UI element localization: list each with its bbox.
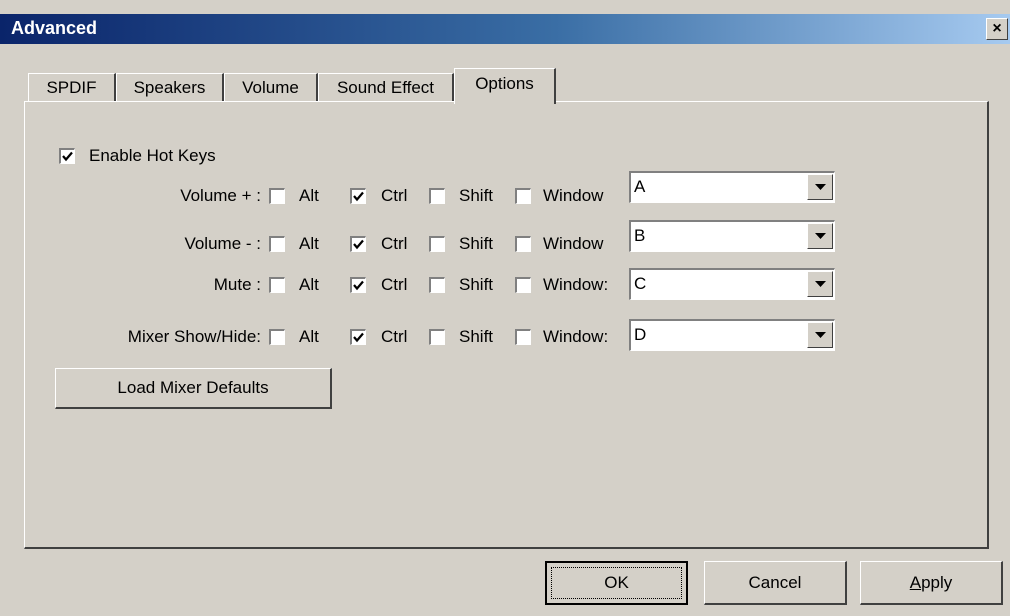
shift-label: Shift xyxy=(459,275,494,294)
volume-down-window-checkbox[interactable] xyxy=(515,236,531,252)
ctrl-label: Ctrl xyxy=(381,327,408,346)
row-label-mute: Mute : xyxy=(213,275,261,294)
enable-hot-keys-checkbox[interactable] xyxy=(59,148,75,164)
shift-label: Shift xyxy=(459,186,494,205)
volume-down-key-select[interactable]: B xyxy=(629,220,835,252)
checkmark-icon xyxy=(353,239,364,250)
checkmark-icon xyxy=(353,191,364,202)
mute-alt-checkbox[interactable] xyxy=(269,277,285,293)
alt-label: Alt xyxy=(299,327,319,346)
ok-button[interactable]: OK xyxy=(545,561,688,605)
chevron-down-icon xyxy=(815,281,826,287)
cancel-label: Cancel xyxy=(748,572,802,592)
mute-shift-checkbox[interactable] xyxy=(429,277,445,293)
enable-hot-keys-label: Enable Hot Keys xyxy=(89,146,216,165)
apply-label: Apply xyxy=(909,572,953,592)
dropdown-button[interactable] xyxy=(807,271,833,297)
selected-key: B xyxy=(634,226,646,245)
volume-up-shift-checkbox[interactable] xyxy=(429,188,445,204)
volume-up-window-checkbox[interactable] xyxy=(515,188,531,204)
ctrl-label: Ctrl xyxy=(381,234,408,253)
checkmark-icon xyxy=(353,280,364,291)
mixer-key-select[interactable]: D xyxy=(629,319,835,351)
load-mixer-defaults-label: Load Mixer Defaults xyxy=(117,378,269,397)
mute-key-select[interactable]: C xyxy=(629,268,835,300)
window-label: Window xyxy=(543,186,604,205)
load-mixer-defaults-button[interactable]: Load Mixer Defaults xyxy=(55,368,332,409)
window-label: Window: xyxy=(543,275,609,294)
ctrl-label: Ctrl xyxy=(381,275,408,294)
title-bar: Advanced × xyxy=(0,14,1010,44)
alt-label: Alt xyxy=(299,186,319,205)
volume-down-alt-checkbox[interactable] xyxy=(269,236,285,252)
window-title: Advanced xyxy=(11,18,98,38)
selected-key: C xyxy=(634,274,647,293)
mixer-shift-checkbox[interactable] xyxy=(429,329,445,345)
alt-label: Alt xyxy=(299,234,319,253)
close-button[interactable]: × xyxy=(986,18,1008,40)
ctrl-label: Ctrl xyxy=(381,186,408,205)
alt-label: Alt xyxy=(299,275,319,294)
checkmark-icon xyxy=(62,151,73,162)
volume-up-alt-checkbox[interactable] xyxy=(269,188,285,204)
row-label-volume-up: Volume + : xyxy=(180,186,261,205)
mixer-window-checkbox[interactable] xyxy=(515,329,531,345)
row-label-volume-down: Volume - : xyxy=(184,234,261,253)
chevron-down-icon xyxy=(815,332,826,338)
mute-window-checkbox[interactable] xyxy=(515,277,531,293)
tab-speakers[interactable]: Speakers xyxy=(116,73,224,101)
tab-volume[interactable]: Volume xyxy=(224,73,318,101)
dropdown-button[interactable] xyxy=(807,174,833,200)
chevron-down-icon xyxy=(815,184,826,190)
volume-up-ctrl-checkbox[interactable] xyxy=(350,188,366,204)
dropdown-button[interactable] xyxy=(807,322,833,348)
volume-down-ctrl-checkbox[interactable] xyxy=(350,236,366,252)
checkmark-icon xyxy=(353,332,364,343)
window-label: Window: xyxy=(543,327,609,346)
selected-key: D xyxy=(634,325,647,344)
mixer-alt-checkbox[interactable] xyxy=(269,329,285,345)
row-label-mixer-show-hide: Mixer Show/Hide: xyxy=(127,327,261,346)
tab-spdif[interactable]: SPDIF xyxy=(28,73,116,101)
tab-options[interactable]: Options xyxy=(454,68,556,104)
dropdown-button[interactable] xyxy=(807,223,833,249)
window-label: Window xyxy=(543,234,604,253)
chevron-down-icon xyxy=(815,233,826,239)
selected-key: A xyxy=(634,177,646,196)
close-icon: × xyxy=(992,20,1002,37)
volume-down-shift-checkbox[interactable] xyxy=(429,236,445,252)
shift-label: Shift xyxy=(459,327,494,346)
mixer-ctrl-checkbox[interactable] xyxy=(350,329,366,345)
volume-up-key-select[interactable]: A xyxy=(629,171,835,203)
apply-button[interactable]: Apply xyxy=(860,561,1003,605)
options-panel: Enable Hot Keys Volume + : Alt Ctrl Shif… xyxy=(24,101,989,549)
tab-sound-effect[interactable]: Sound Effect xyxy=(318,73,454,101)
mute-ctrl-checkbox[interactable] xyxy=(350,277,366,293)
cancel-button[interactable]: Cancel xyxy=(704,561,847,605)
shift-label: Shift xyxy=(459,234,494,253)
ok-label: OK xyxy=(604,573,629,592)
